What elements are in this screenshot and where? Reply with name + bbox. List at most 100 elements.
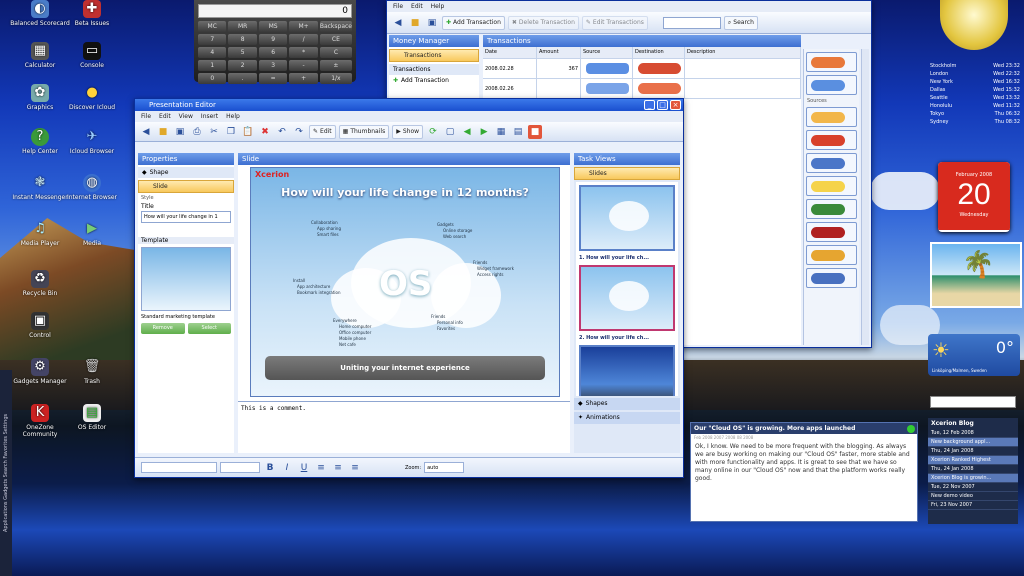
slide-canvas[interactable]: Xcerion How will your life change in 12 … — [250, 167, 560, 397]
nav-transactions-section[interactable]: Transactions — [389, 64, 479, 75]
paste-icon[interactable]: 📋 — [241, 125, 255, 139]
desktop-icon[interactable]: ● Discover Icloud — [62, 84, 122, 111]
calc-key[interactable]: MC — [198, 21, 227, 32]
slide-thumbnail[interactable] — [579, 185, 675, 251]
weather-widget[interactable]: ☀ 0° Linköping/Malmen, Sweden — [928, 334, 1020, 376]
desktop-icon[interactable]: ⚙ Gadgets Manager — [10, 358, 70, 385]
blog-title[interactable]: Our "Cloud OS" is growing. More apps lau… — [691, 423, 917, 434]
source-item[interactable] — [806, 268, 857, 288]
source-item[interactable] — [806, 107, 857, 127]
calc-key[interactable]: 1 — [198, 60, 227, 71]
menu-edit[interactable]: Edit — [411, 1, 423, 12]
layout-icon[interactable]: ▤ — [511, 125, 525, 139]
close-button[interactable]: × — [670, 100, 681, 110]
folder-icon[interactable]: ■ — [408, 16, 422, 30]
desktop-icon[interactable]: ▶ Media — [62, 220, 122, 247]
source-item[interactable] — [806, 176, 857, 196]
calc-key[interactable]: 5 — [228, 47, 257, 58]
next-slide-icon[interactable]: ▶ — [477, 125, 491, 139]
edit-transactions-button[interactable]: ✎ Edit Transactions — [581, 15, 648, 30]
align-left-icon[interactable]: ≡ — [314, 461, 328, 475]
template-preview[interactable] — [141, 247, 231, 311]
refresh-icon[interactable]: ⟳ — [426, 125, 440, 139]
calc-key[interactable]: 1/x — [319, 73, 352, 84]
calculator-widget[interactable]: 0 MC MR MS M+ Backspace 7 8 9 / CE 4 5 6… — [194, 0, 356, 84]
menu-edit[interactable]: Edit — [159, 111, 171, 122]
calc-key[interactable]: 0 — [198, 73, 227, 84]
nav-transactions[interactable]: Transactions — [389, 49, 479, 62]
align-right-icon[interactable]: ≡ — [348, 461, 362, 475]
cut-icon[interactable]: ✂ — [207, 125, 221, 139]
photo-widget[interactable]: 🌴 — [930, 242, 1022, 308]
stop-icon[interactable]: ■ — [528, 124, 543, 139]
desktop-icon[interactable]: ◍ Internet Browser — [62, 174, 122, 201]
calc-key[interactable]: ± — [319, 60, 352, 71]
edit-button[interactable]: ✎ Edit — [309, 124, 336, 139]
calc-key[interactable]: 4 — [198, 47, 227, 58]
column-header[interactable]: Amount — [537, 47, 581, 59]
blog-widget[interactable]: Our "Cloud OS" is growing. More apps lau… — [690, 422, 918, 522]
calc-key[interactable]: = — [258, 73, 288, 84]
column-header[interactable]: Description — [685, 47, 801, 59]
desktop-icon[interactable]: ▣ Control — [10, 312, 70, 339]
minimize-button[interactable]: _ — [644, 100, 655, 110]
desktop-icon[interactable]: ◐ Balanced Scorecard — [10, 0, 70, 27]
page-icon[interactable]: ▢ — [443, 125, 457, 139]
table-row[interactable]: 2008.02.28 367 — [483, 59, 801, 79]
open-folder-icon[interactable]: ■ — [156, 125, 170, 139]
delete-icon[interactable]: ✖ — [258, 125, 272, 139]
news-item[interactable]: New background appl... — [928, 438, 1018, 447]
desktop-icon[interactable]: 🗑 Trash — [62, 358, 122, 385]
select-button[interactable]: Select — [187, 323, 231, 334]
calc-key[interactable]: * — [289, 47, 318, 58]
desktop-icon[interactable]: ✚ Beta Issues — [62, 0, 122, 27]
calc-key[interactable]: / — [289, 34, 318, 45]
prop-slide[interactable]: Slide — [138, 180, 234, 193]
calc-key[interactable]: Backspace — [319, 21, 352, 32]
bold-icon[interactable]: B — [263, 461, 277, 475]
thumbnails-button[interactable]: ▦ Thumbnails — [338, 124, 390, 139]
calc-key[interactable]: + — [289, 73, 318, 84]
menu-file[interactable]: File — [141, 111, 151, 122]
source-item[interactable] — [806, 222, 857, 242]
source-item[interactable] — [806, 130, 857, 150]
source-item[interactable] — [806, 52, 857, 72]
money-search-input[interactable] — [662, 16, 721, 29]
search-button[interactable]: ⌕ Search — [723, 15, 758, 30]
font-select[interactable] — [141, 462, 217, 473]
undo-icon[interactable]: ↶ — [275, 125, 289, 139]
calc-key[interactable]: MR — [228, 21, 257, 32]
source-item[interactable] — [806, 75, 857, 95]
slide-thumbnail[interactable] — [579, 345, 675, 396]
desktop-icon[interactable]: ♫ Media Player — [10, 220, 70, 247]
presentation-titlebar[interactable]: Presentation Editor _ □ × — [135, 99, 683, 111]
calc-key[interactable]: . — [228, 73, 257, 84]
italic-icon[interactable]: I — [280, 461, 294, 475]
show-button[interactable]: ▶ Show — [392, 124, 424, 139]
calc-key[interactable]: 3 — [258, 60, 288, 71]
calc-key[interactable]: 9 — [258, 34, 288, 45]
calc-key[interactable]: CE — [319, 34, 352, 45]
calc-key[interactable]: 6 — [258, 47, 288, 58]
source-item[interactable] — [806, 245, 857, 265]
slide-thumbnail[interactable] — [579, 265, 675, 331]
task-shapes[interactable]: ◆ Shapes — [574, 398, 680, 410]
prop-shape[interactable]: ◆ Shape — [138, 167, 234, 178]
maximize-button[interactable]: □ — [657, 100, 668, 110]
redo-icon[interactable]: ↷ — [292, 125, 306, 139]
news-item[interactable]: Tue, 12 Feb 2008 — [928, 429, 1018, 438]
search-icon[interactable]: ⌕ — [1008, 396, 1013, 406]
news-item[interactable]: Thu, 24 Jan 2008 — [928, 447, 1018, 456]
align-center-icon[interactable]: ≡ — [331, 461, 345, 475]
calc-key[interactable]: MS — [258, 21, 288, 32]
zoom-select[interactable]: auto — [424, 462, 465, 473]
desktop-icon[interactable]: ▦ Calculator — [10, 42, 70, 69]
desktop-icon[interactable]: ✈ Icloud Browser — [62, 128, 122, 155]
calc-key[interactable]: M+ — [289, 21, 318, 32]
menu-file[interactable]: File — [393, 1, 403, 12]
menu-help[interactable]: Help — [431, 1, 445, 12]
size-select[interactable] — [220, 462, 260, 473]
remove-button[interactable]: Remove — [141, 323, 185, 334]
column-header[interactable]: Date — [483, 47, 537, 59]
desktop-icon[interactable]: ✿ Graphics — [10, 84, 70, 111]
